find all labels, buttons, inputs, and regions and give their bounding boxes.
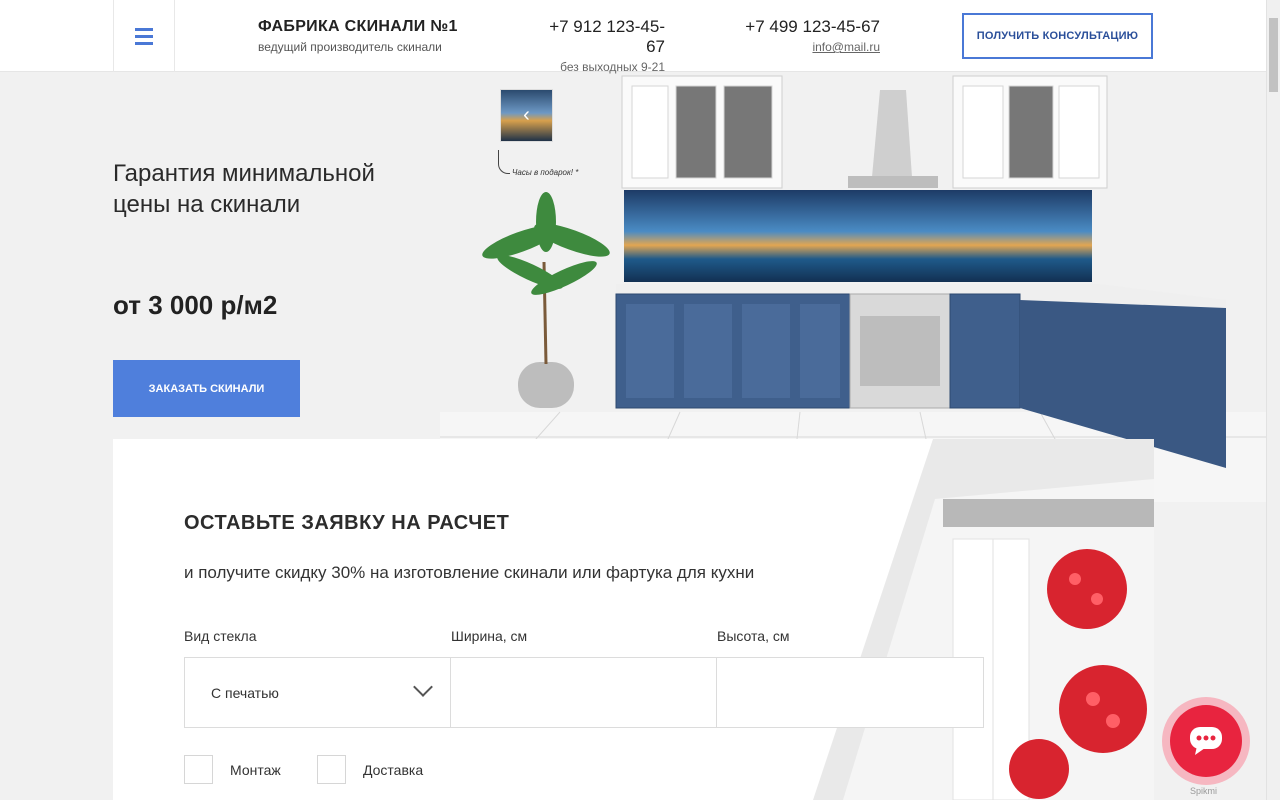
height-label: Высота, см	[717, 628, 790, 644]
consultation-button[interactable]: ПОЛУЧИТЬ КОНСУЛЬТАЦИЮ	[962, 13, 1153, 59]
chevron-left-icon: ‹	[523, 104, 530, 126]
hero-title: Гарантия минимальной цены на скинали	[113, 160, 375, 218]
height-input[interactable]	[716, 657, 984, 728]
chat-widget-label: Spikmi	[1190, 786, 1218, 796]
glass-type-label: Вид стекла	[184, 628, 257, 644]
mounting-checkbox[interactable]	[184, 755, 213, 784]
glass-type-value: С печатью	[211, 685, 279, 701]
request-form-panel: ОСТАВЬТЕ ЗАЯВКУ НА РАСЧЕТ и получите ски…	[113, 439, 1154, 800]
page-scrollbar[interactable]	[1266, 0, 1280, 800]
brand-title: ФАБРИКА СКИНАЛИ №1	[258, 18, 458, 35]
raspberry-photo	[813, 439, 1154, 800]
phone-block-2: +7 499 123-45-67 info@mail.ru	[744, 17, 880, 54]
delivery-checkbox[interactable]	[317, 755, 346, 784]
kitchen-image	[440, 75, 1266, 502]
chevron-down-icon	[413, 677, 433, 697]
delivery-label: Доставка	[363, 762, 424, 778]
phone-number-1[interactable]: +7 912 123-45-67	[533, 17, 665, 57]
chat-widget-button[interactable]	[1162, 697, 1250, 785]
gift-arrow-icon	[498, 150, 510, 174]
chat-bubble-icon	[1190, 727, 1222, 755]
phone-block-1: +7 912 123-45-67 без выходных 9-21	[533, 17, 665, 74]
site-header: ФАБРИКА СКИНАЛИ №1 ведущий производитель…	[0, 0, 1266, 74]
menu-icon[interactable]	[113, 0, 175, 72]
scrollbar-thumb[interactable]	[1269, 18, 1278, 92]
hero-price: от 3 000 р/м2	[113, 290, 278, 320]
phone-number-2[interactable]: +7 499 123-45-67	[744, 17, 880, 37]
slider-prev-thumbnail[interactable]: ‹	[500, 89, 553, 142]
form-title: ОСТАВЬТЕ ЗАЯВКУ НА РАСЧЕТ	[184, 512, 510, 534]
hero-text: Гарантия минимальной цены на скинали	[113, 158, 393, 220]
mounting-label: Монтаж	[230, 762, 281, 778]
gift-note: Часы в подарок! *	[512, 168, 579, 177]
brand-subtitle: ведущий производитель скинали	[258, 40, 442, 54]
email-link[interactable]: info@mail.ru	[812, 40, 880, 54]
width-input[interactable]	[450, 657, 717, 728]
width-label: Ширина, см	[451, 628, 528, 644]
form-subtitle: и получите скидку 30% на изготовление ск…	[184, 563, 755, 582]
brand[interactable]: ФАБРИКА СКИНАЛИ №1 ведущий производитель…	[258, 18, 458, 54]
order-button[interactable]: ЗАКАЗАТЬ СКИНАЛИ	[113, 360, 300, 417]
glass-type-select[interactable]: С печатью	[184, 657, 451, 728]
